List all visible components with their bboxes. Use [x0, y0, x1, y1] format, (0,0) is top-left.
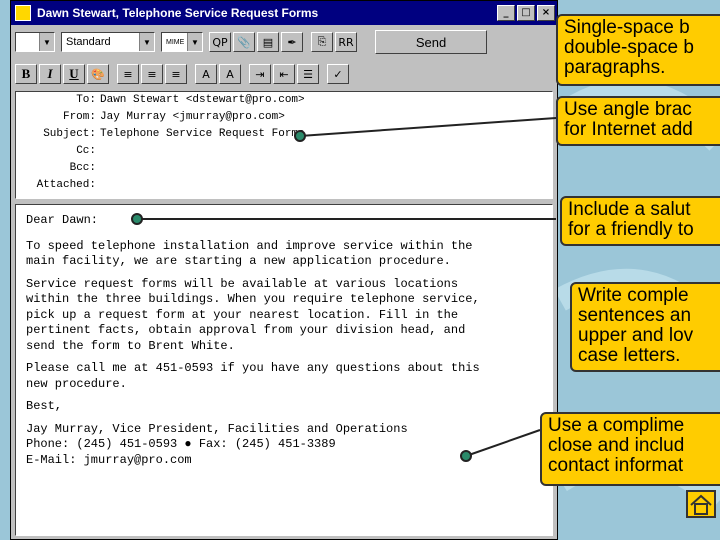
- callout-complete-sentences: Write comple sentences an upper and lov …: [570, 282, 720, 372]
- header-to-label: To:: [76, 94, 96, 106]
- body-paragraph: Service request forms will be available …: [26, 276, 480, 353]
- subject-field[interactable]: Telephone Service Request Forms: [100, 128, 305, 145]
- chevron-down-icon: ▼: [139, 33, 154, 51]
- header-subject: Subject: Telephone Service Request Forms: [16, 128, 305, 145]
- window-title: Dawn Stewart, Telephone Service Request …: [37, 6, 319, 20]
- indent-icon[interactable]: ⇥: [249, 64, 271, 84]
- align-left-icon[interactable]: ≡: [117, 64, 139, 84]
- insert-file-icon[interactable]: ▤: [257, 32, 279, 52]
- header-from-label: From:: [62, 111, 96, 123]
- spellcheck-icon[interactable]: ✓: [327, 64, 349, 84]
- mime-select-value: MIME: [166, 38, 185, 46]
- message-headers: To: Dawn Stewart <dstewart@pro.com> From…: [15, 91, 553, 199]
- font-size-select[interactable]: ▼: [15, 32, 55, 52]
- color-palette-icon[interactable]: 🎨: [87, 64, 109, 84]
- font-smaller-icon[interactable]: A: [195, 64, 217, 84]
- header-bcc-label: Bcc:: [69, 162, 96, 174]
- email-window: Dawn Stewart, Telephone Service Request …: [10, 0, 558, 540]
- callout-salutation: Include a salut for a friendly to: [560, 196, 720, 246]
- bold-label: B: [21, 66, 31, 81]
- toolbar-format: B I U 🎨 ≡ ≡ ≡ A A ⇥ ⇤ ☰ ✓: [15, 60, 553, 88]
- closing: Best,: [26, 399, 63, 413]
- copy-icon[interactable]: ⎘: [311, 32, 333, 52]
- minimize-button[interactable]: _: [497, 5, 515, 21]
- home-icon: [690, 494, 712, 515]
- outdent-icon[interactable]: ⇤: [273, 64, 295, 84]
- body-paragraph: To speed telephone installation and impr…: [26, 238, 473, 269]
- header-cc: Cc:: [16, 145, 100, 162]
- italic-label: I: [47, 66, 53, 81]
- header-from: From: Jay Murray <jmurray@pro.com>: [16, 111, 285, 128]
- body-paragraph: Please call me at 451-0593 if you have a…: [26, 361, 480, 391]
- style-select[interactable]: Standard ▼: [61, 32, 155, 52]
- align-right-icon[interactable]: ≡: [165, 64, 187, 84]
- header-cc-label: Cc:: [76, 145, 96, 157]
- header-subject-label: Subject:: [43, 128, 96, 140]
- mail-app-icon: [15, 5, 31, 21]
- from-field[interactable]: Jay Murray <jmurray@pro.com>: [100, 111, 285, 128]
- chevron-down-icon: ▼: [39, 33, 54, 51]
- qp-button[interactable]: QP: [209, 32, 231, 52]
- bullet-list-icon[interactable]: ☰: [297, 64, 319, 84]
- underline-button[interactable]: U: [63, 64, 85, 84]
- header-to: To: Dawn Stewart <dstewart@pro.com>: [16, 94, 305, 111]
- signature-icon[interactable]: ✒: [281, 32, 303, 52]
- bold-button[interactable]: B: [15, 64, 37, 84]
- align-center-icon[interactable]: ≡: [141, 64, 163, 84]
- signature-block: Jay Murray, Vice President, Facilities a…: [26, 421, 408, 467]
- send-button[interactable]: Send: [375, 30, 487, 54]
- header-attached-label: Attached:: [36, 179, 96, 191]
- to-field[interactable]: Dawn Stewart <dstewart@pro.com>: [100, 94, 305, 111]
- home-button[interactable]: [686, 490, 716, 518]
- attach-file-icon[interactable]: 📎: [233, 32, 255, 52]
- title-bar: Dawn Stewart, Telephone Service Request …: [11, 1, 557, 25]
- font-larger-icon[interactable]: A: [219, 64, 241, 84]
- italic-button[interactable]: I: [39, 64, 61, 84]
- style-select-value: Standard: [66, 36, 111, 48]
- close-button[interactable]: ×: [537, 5, 555, 21]
- mime-select[interactable]: MIME ▼: [161, 32, 203, 52]
- salutation: Dear Dawn:: [26, 213, 99, 227]
- callout-complimentary-close: Use a complime close and includ contact …: [540, 412, 720, 486]
- chevron-down-icon: ▼: [187, 33, 202, 51]
- underline-label: U: [69, 66, 79, 81]
- header-bcc: Bcc:: [16, 162, 100, 179]
- message-body[interactable]: Dear Dawn: To speed telephone installati…: [15, 204, 553, 536]
- maximize-button[interactable]: □: [517, 5, 535, 21]
- rr-button[interactable]: RR: [335, 32, 357, 52]
- callout-angle-brackets: Use angle brac for Internet add: [556, 96, 720, 146]
- header-attached: Attached:: [16, 179, 100, 196]
- callout-spacing: Single-space b double-space b paragraphs…: [556, 14, 720, 86]
- toolbar-top: ▼ Standard ▼ MIME ▼ QP 📎 ▤ ✒ ⎘ RR Send: [15, 28, 553, 56]
